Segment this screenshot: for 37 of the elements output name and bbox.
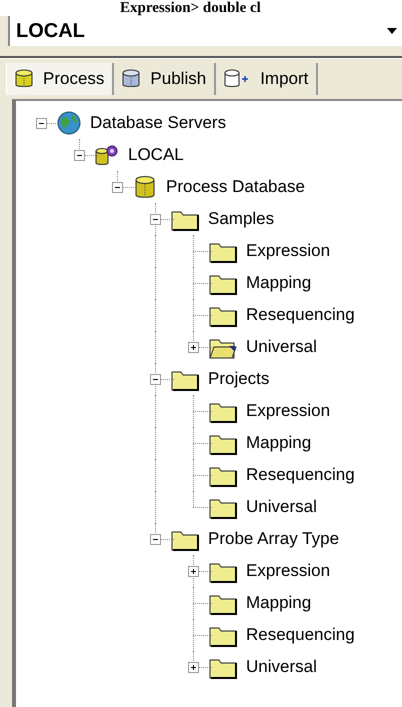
tree-item[interactable]: Expression — [246, 401, 330, 421]
collapse-icon[interactable] — [36, 118, 46, 128]
cylinder-icon — [122, 69, 140, 89]
tree-item[interactable]: Universal — [246, 497, 317, 517]
collapse-icon[interactable] — [74, 150, 84, 160]
tree-item[interactable]: Mapping — [246, 273, 312, 293]
tree-item[interactable]: Resequencing — [246, 465, 355, 485]
server-select[interactable]: LOCAL — [8, 16, 402, 46]
document-text: Expression> double cl — [0, 0, 402, 16]
expand-icon[interactable] — [188, 342, 198, 352]
tree-item[interactable]: Projects — [208, 369, 270, 389]
tree-item[interactable]: LOCAL — [128, 145, 184, 165]
tree-item[interactable]: Expression — [246, 561, 330, 581]
tree-item[interactable]: Universal — [246, 657, 317, 677]
collapse-icon[interactable] — [150, 534, 160, 544]
tab[interactable]: Process — [6, 63, 114, 95]
tree-item[interactable]: Resequencing — [246, 625, 355, 645]
cylinder-plus-icon — [224, 69, 250, 89]
collapse-icon[interactable] — [150, 214, 160, 224]
collapse-icon[interactable] — [150, 374, 160, 384]
tree-item[interactable]: Samples — [208, 209, 274, 229]
expand-icon[interactable] — [188, 662, 198, 672]
cylinder-icon — [15, 69, 33, 89]
globe-icon — [56, 110, 82, 136]
tree-item[interactable]: Resequencing — [246, 305, 355, 325]
tree-item[interactable]: Mapping — [246, 593, 312, 613]
tab[interactable]: Import — [216, 63, 318, 95]
expand-icon[interactable] — [188, 566, 198, 576]
collapse-icon[interactable] — [112, 182, 122, 192]
tree-item[interactable]: Database Servers — [90, 113, 226, 133]
tab[interactable]: Publish — [114, 63, 216, 95]
tree-item[interactable]: Universal — [246, 337, 317, 357]
tree-item[interactable]: Expression — [246, 241, 330, 261]
dropdown-arrow-icon[interactable] — [386, 27, 398, 35]
tree-item[interactable]: Mapping — [246, 433, 312, 453]
tree-item[interactable]: Process Database — [166, 177, 305, 197]
tree-item[interactable]: Probe Array Type — [208, 529, 340, 549]
